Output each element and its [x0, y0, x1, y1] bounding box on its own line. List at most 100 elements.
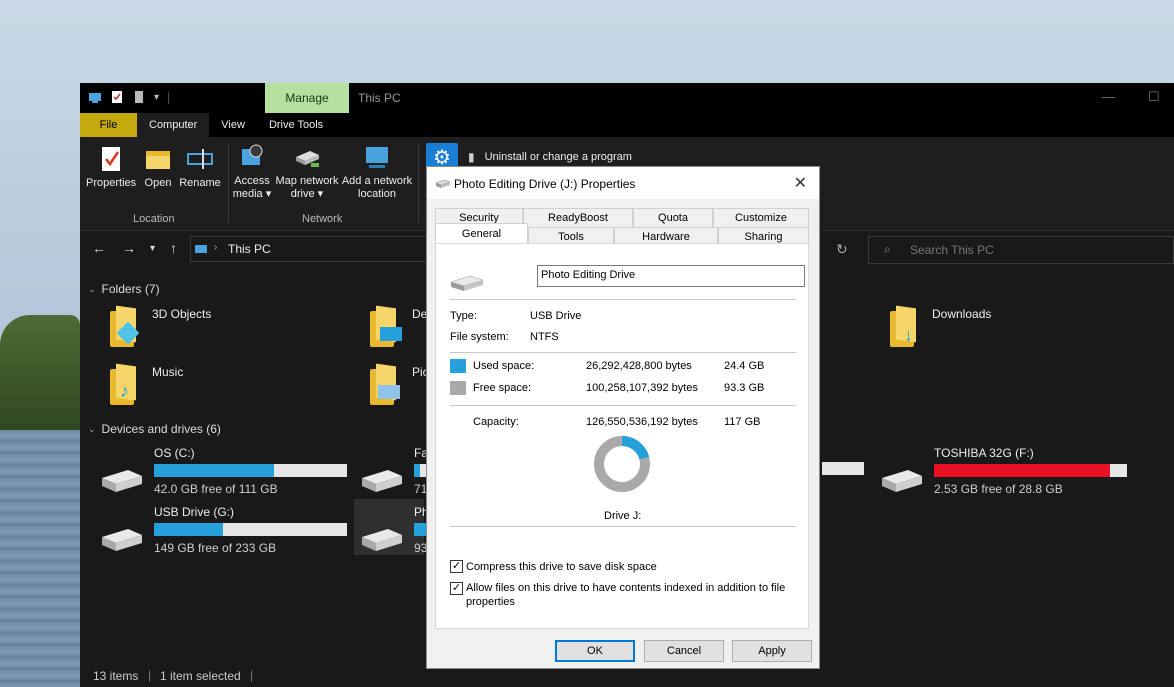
capacity-bytes: 126,550,536,192 bytes — [586, 416, 698, 428]
3d-objects-folder-icon — [106, 305, 142, 347]
drive-free-space: 42.0 GB free of 111 GB — [154, 482, 278, 496]
dialog-title-bar: Photo Editing Drive (J:) Properties ✕ — [427, 167, 819, 199]
windows-drive-icon — [100, 458, 144, 492]
index-checkbox[interactable]: ✓ — [450, 582, 463, 595]
open-folder-icon — [144, 145, 172, 173]
properties-qat-icon[interactable] — [110, 90, 124, 104]
tab-view[interactable]: View — [209, 113, 257, 137]
breadcrumb-chevron-icon[interactable]: › — [214, 242, 217, 253]
drive-title-icon — [435, 179, 451, 192]
address-bar[interactable] — [190, 236, 430, 262]
tab-file[interactable]: File — [80, 113, 137, 137]
quick-access-toolbar: ▾ | — [88, 90, 170, 104]
qat-dropdown-icon[interactable]: ▾ — [154, 92, 159, 103]
downloads-folder-icon: ↓ — [886, 305, 922, 347]
divider — [450, 299, 796, 300]
map-network-drive-button[interactable]: Map network drive ▾ — [274, 143, 340, 201]
qat-divider: | — [167, 90, 171, 104]
access-media-button[interactable]: Access media ▾ — [232, 143, 272, 201]
index-label-line2: properties — [466, 596, 515, 608]
open-button[interactable]: Open — [140, 145, 176, 190]
drive-item[interactable]: USB Drive (G:) 149 GB free of 233 GB — [100, 505, 347, 555]
capacity-label: Capacity: — [473, 416, 519, 428]
type-value: USB Drive — [530, 310, 582, 322]
forward-arrow-icon[interactable]: → — [122, 240, 136, 256]
tab-quota[interactable]: Quota — [633, 208, 713, 227]
drive-usage-fill — [154, 464, 274, 477]
maximize-icon[interactable]: ☐ — [1148, 89, 1160, 105]
folder-name: 3D Objects — [152, 307, 212, 321]
access-media-label-1: Access — [234, 175, 270, 187]
status-selected-count: 1 item selected — [160, 669, 241, 683]
drive-name: TOSHIBA 32G (F:) — [934, 446, 1034, 460]
folders-header-label: Folders (7) — [101, 282, 160, 296]
manage-context-tab[interactable]: Manage — [265, 83, 349, 113]
add-network-location-button[interactable]: Add a network location — [340, 143, 414, 201]
used-space-bytes: 26,292,428,800 bytes — [586, 360, 692, 372]
pictures-folder-icon — [366, 363, 402, 405]
file-system-label: File system: — [450, 331, 509, 343]
index-label-line1: Allow files on this drive to have conten… — [466, 582, 786, 594]
back-arrow-icon[interactable]: ← — [92, 240, 106, 256]
cancel-button[interactable]: Cancel — [644, 640, 724, 662]
search-placeholder: Search This PC — [910, 243, 994, 257]
search-icon: ⌕ — [884, 242, 891, 256]
folder-item[interactable]: 3D Objects — [106, 305, 212, 347]
ribbon-tabs: File Computer View Drive Tools — [80, 113, 1174, 137]
rename-icon — [186, 145, 214, 173]
uninstall-program-button[interactable]: Uninstall or change a program — [485, 151, 632, 163]
usb-drive-icon — [360, 527, 404, 551]
devices-section-header[interactable]: ⌄ Devices and drives (6) — [88, 422, 221, 436]
drive-item[interactable]: OS (C:) 42.0 GB free of 111 GB — [100, 446, 347, 496]
drive-name-field[interactable]: Photo Editing Drive — [537, 265, 805, 287]
rename-label: Rename — [179, 177, 221, 189]
drive-usage-fill — [414, 523, 426, 536]
general-tab-panel: Photo Editing Drive Type: USB Drive File… — [435, 243, 809, 629]
apply-button[interactable]: Apply — [732, 640, 812, 662]
add-location-label-2: location — [358, 188, 396, 200]
map-drive-label-2: drive ▾ — [290, 188, 324, 200]
network-location-icon — [363, 143, 391, 171]
divider — [450, 405, 796, 406]
file-system-value: NTFS — [530, 331, 559, 343]
group-label-location: Location — [133, 213, 175, 225]
drive-usage-fill — [414, 464, 420, 477]
disk-usage-donut — [594, 436, 650, 492]
drive-letter-label: Drive J: — [604, 510, 642, 522]
wallpaper-lake — [0, 430, 80, 687]
up-arrow-icon[interactable]: ↑ — [170, 240, 177, 256]
map-drive-label-1: Map network — [275, 175, 339, 187]
title-bar: ▾ | Manage This PC — ☐ — [80, 83, 1174, 113]
status-item-count: 13 items — [93, 669, 139, 683]
drive-item[interactable]: TOSHIBA 32G (F:) 2.53 GB free of 28.8 GB — [880, 446, 1127, 496]
close-icon[interactable]: ✕ — [794, 173, 807, 193]
free-space-swatch — [450, 381, 466, 395]
folder-item[interactable]: ♪ Music — [106, 363, 183, 405]
folder-item[interactable]: ↓ Downloads — [886, 305, 991, 347]
refresh-icon[interactable]: ↻ — [836, 241, 848, 258]
folders-section-header[interactable]: ⌄ Folders (7) — [88, 282, 160, 296]
ok-button[interactable]: OK — [555, 640, 635, 662]
folder-item[interactable]: Pic — [366, 363, 429, 405]
properties-button[interactable]: Properties — [86, 145, 136, 190]
minimize-icon[interactable]: — — [1102, 89, 1115, 104]
drive-free-space: 2.53 GB free of 28.8 GB — [934, 482, 1063, 496]
tab-customize[interactable]: Customize — [713, 208, 809, 227]
breadcrumb-this-pc[interactable]: This PC — [228, 242, 271, 256]
tab-computer[interactable]: Computer — [137, 113, 210, 137]
tab-drive-tools[interactable]: Drive Tools — [257, 113, 335, 137]
compress-checkbox[interactable]: ✓ — [450, 560, 463, 573]
desktop-wallpaper — [0, 0, 80, 687]
rename-button[interactable]: Rename — [178, 145, 222, 190]
recent-locations-chevron-icon[interactable]: ▾ — [150, 243, 155, 254]
tab-readyboost[interactable]: ReadyBoost — [523, 208, 633, 227]
drive-usage-bar-partial — [822, 462, 864, 475]
new-folder-qat-icon[interactable] — [132, 90, 146, 104]
properties-label: Properties — [86, 177, 137, 189]
collapse-chevron-icon: ⌄ — [88, 423, 96, 434]
folder-item[interactable]: De — [366, 305, 427, 347]
tab-general[interactable]: General — [435, 223, 528, 245]
group-label-network: Network — [302, 213, 343, 225]
dialog-title: Photo Editing Drive (J:) Properties — [454, 177, 636, 191]
ribbon-separator — [228, 143, 229, 223]
